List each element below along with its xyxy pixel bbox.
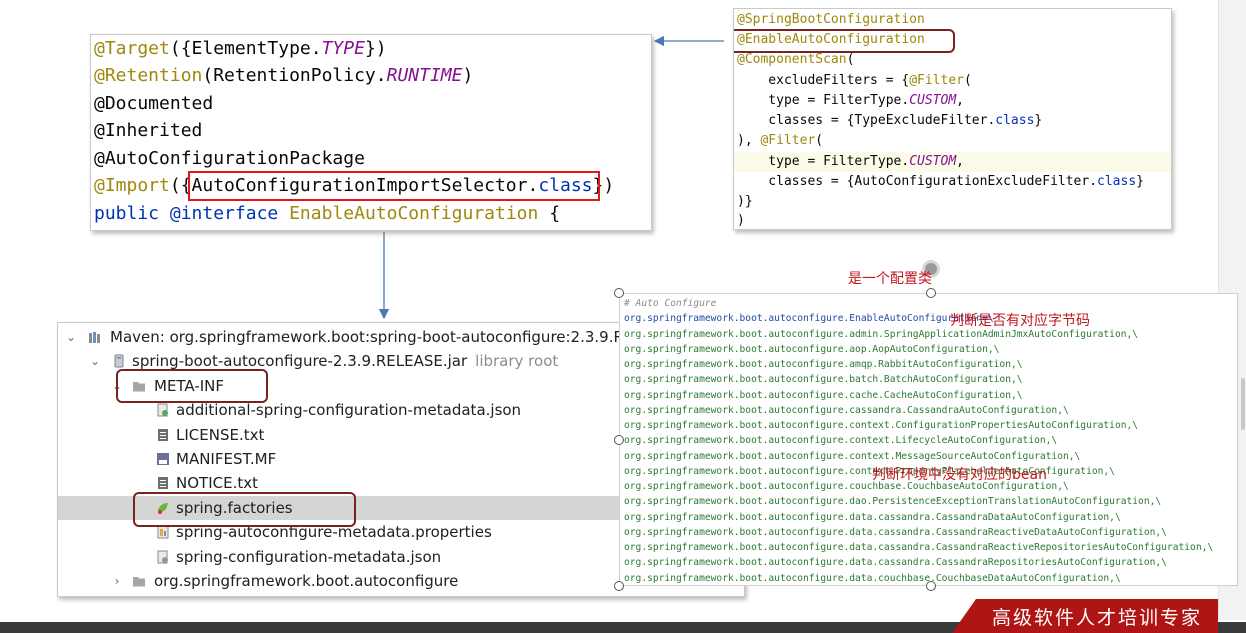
code-line: )}: [737, 194, 753, 209]
file-line: org.springframework.boot.autoconfigure.c…: [624, 451, 1081, 462]
code-line: @Retention(RetentionPolicy.RUNTIME): [94, 65, 474, 86]
file-line: org.springframework.boot.autoconfigure.d…: [624, 557, 1167, 568]
note-bytecode-check: 判断是否有对应字节码: [950, 313, 1090, 329]
enable-auto-config-code-panel: @Target({ElementType.TYPE}) @Retention(R…: [90, 34, 652, 231]
resize-handle[interactable]: [614, 288, 624, 298]
file-line: org.springframework.boot.autoconfigure.d…: [624, 527, 1167, 538]
file-line: org.springframework.boot.autoconfigure.a…: [624, 344, 1000, 355]
scrollbar-thumb[interactable]: [1241, 378, 1245, 430]
code-line: @ComponentScan(: [737, 52, 855, 67]
code-line: type = FilterType.CUSTOM,: [737, 154, 964, 169]
file-line: org.springframework.boot.autoconfigure.d…: [624, 542, 1214, 553]
resize-handle[interactable]: [926, 581, 936, 591]
file-line: org.springframework.boot.autoconfigure.d…: [624, 573, 1121, 584]
note-config-class: 是一个配置类: [848, 271, 932, 287]
properties-file-icon: [157, 525, 169, 539]
jar-icon: [114, 354, 124, 368]
code-line: @SpringBootConfiguration: [737, 12, 925, 27]
tree-row-label: MANIFEST.MF: [176, 450, 277, 468]
code-line: type = FilterType.CUSTOM,: [737, 93, 964, 108]
tree-row-label: spring-configuration-metadata.json: [176, 548, 442, 566]
enable-auto-config-circle: [734, 29, 955, 53]
json-file-icon: [157, 550, 168, 564]
file-line: org.springframework.boot.autoconfigure.b…: [624, 374, 1023, 385]
brand-tag: 高级软件人才培训专家: [952, 599, 1218, 633]
brand-tagline: 高级软件人才培训专家: [992, 607, 1203, 629]
resize-handle[interactable]: [614, 581, 624, 591]
file-line: org.springframework.boot.autoconfigure.d…: [624, 512, 1121, 523]
file-line: org.springframework.boot.autoconfigure.c…: [624, 420, 1139, 431]
tree-row-label: Maven: org.springframework.boot:spring-b…: [110, 328, 681, 346]
resize-handle[interactable]: [614, 435, 624, 445]
resize-handle[interactable]: [926, 288, 936, 298]
code-line: @Inherited: [94, 120, 203, 141]
file-line: org.springframework.boot.autoconfigure.c…: [624, 390, 1023, 401]
code-line: @Target({ElementType.TYPE}): [94, 38, 387, 59]
text-file-icon: [158, 477, 168, 489]
code-line: @Documented: [94, 93, 214, 114]
code-line: classes = {TypeExcludeFilter.class}: [737, 113, 1043, 128]
meta-inf-circle: [116, 369, 268, 403]
library-icon: [89, 332, 100, 343]
spring-factories-circle: [133, 492, 356, 527]
chevron-down-icon[interactable]: ⌄: [88, 349, 102, 373]
file-line: org.springframework.boot.autoconfigure.a…: [624, 359, 1023, 370]
import-selector-highlight: [188, 171, 600, 201]
text-file-icon: [158, 429, 168, 441]
code-line: ), @Filter(: [737, 133, 824, 148]
file-line: org.springframework.boot.autoconfigure.c…: [624, 405, 1069, 416]
manifest-file-icon: [157, 453, 169, 465]
file-comment: # Auto Configure: [624, 298, 717, 309]
code-line: public @interface EnableAutoConfiguratio…: [94, 203, 561, 224]
note-bean-check: 判断环境中没有对应的bean: [872, 467, 1047, 483]
json-file-icon: [157, 403, 168, 417]
file-line: org.springframework.boot.autoconfigure.d…: [624, 496, 1162, 507]
tree-row-label: org.springframework.boot.autoconfigure: [154, 572, 459, 590]
tree-row-label: LICENSE.txt: [176, 426, 265, 444]
file-line: org.springframework.boot.autoconfigure.E…: [624, 313, 994, 324]
code-line: ): [737, 213, 745, 228]
spring-boot-app-code-panel: @SpringBootConfiguration @EnableAutoConf…: [733, 8, 1172, 230]
file-line: org.springframework.boot.autoconfigure.c…: [624, 435, 1058, 446]
code-line: excludeFilters = {@Filter(: [737, 73, 972, 88]
code-line: @AutoConfigurationPackage: [94, 148, 365, 169]
chevron-right-icon[interactable]: ›: [110, 569, 124, 593]
chevron-down-icon[interactable]: ⌄: [64, 325, 78, 349]
folder-icon: [133, 577, 145, 587]
code-line: classes = {AutoConfigurationExcludeFilte…: [737, 174, 1144, 189]
spring-factories-file-panel: # Auto Configure org.springframework.boo…: [619, 293, 1238, 586]
